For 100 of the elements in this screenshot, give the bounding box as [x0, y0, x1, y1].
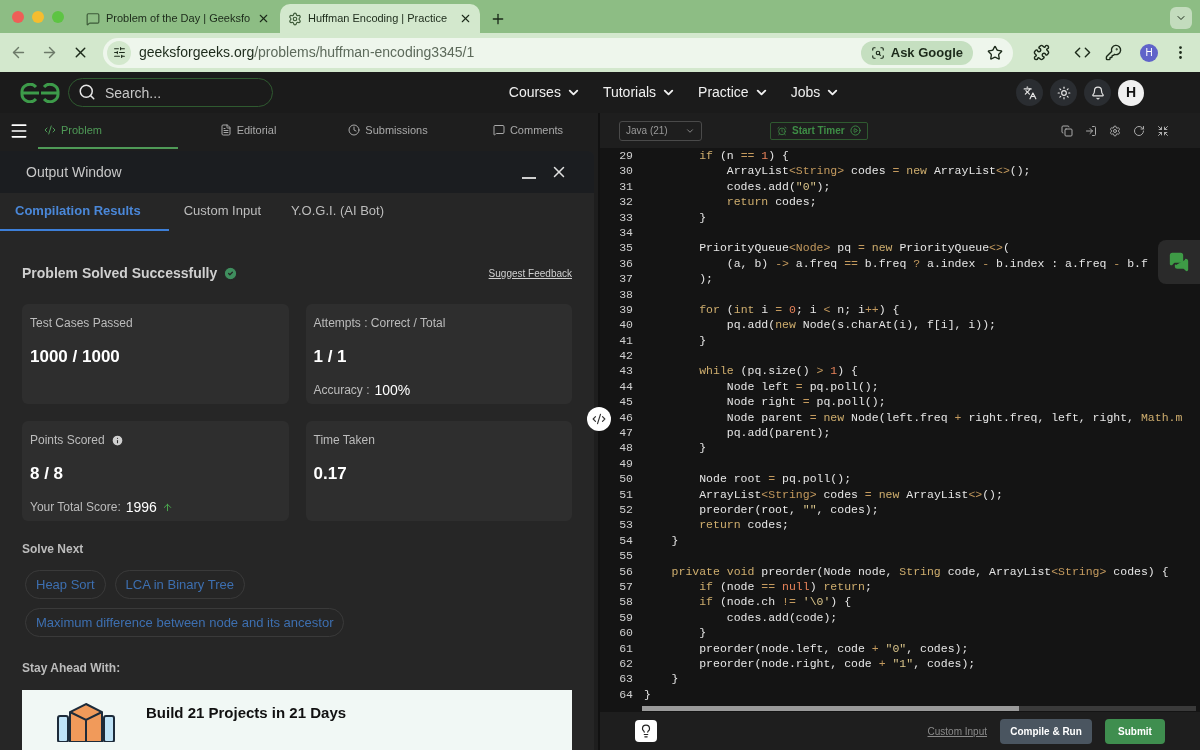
stat-value: 8 / 8: [30, 463, 65, 485]
output-tab[interactable]: Compilation Results: [0, 193, 169, 231]
horizontal-scrollbar[interactable]: [642, 706, 1196, 711]
extensions-icon[interactable]: [1033, 44, 1050, 61]
address-bar[interactable]: geeksforgeeks.org/problems/huffman-encoding3345/1 Ask Google: [103, 37, 1013, 68]
suggest-feedback-link[interactable]: Suggest Feedback: [488, 266, 572, 281]
stat-label: Points Scored: [30, 432, 105, 449]
line-number: 44: [618, 378, 633, 395]
line-number: 62: [618, 655, 633, 672]
line-number: 47: [618, 425, 633, 441]
line-number: 31: [618, 178, 633, 195]
back-icon[interactable]: [10, 44, 27, 61]
line-number: 48: [618, 440, 633, 456]
stat-label: Time Taken: [313, 432, 375, 449]
forward-icon[interactable]: [41, 44, 58, 61]
translate-icon[interactable]: [1022, 85, 1037, 100]
site-settings-icon[interactable]: [112, 46, 126, 59]
browser-tab[interactable]: Problem of the Day | Geeksfo: [78, 4, 278, 33]
line-number: 30: [618, 163, 633, 179]
stat-value: 1000 / 1000: [30, 346, 121, 368]
code-line: for (int i = 0; i < n; i++) {: [698, 301, 900, 318]
copy-icon[interactable]: [1061, 124, 1073, 137]
problem-tab[interactable]: Editorial: [178, 113, 318, 149]
start-timer-button[interactable]: Start Timer: [770, 121, 868, 140]
code-line: codes.add(code);: [725, 609, 838, 626]
compile-run-button[interactable]: Compile & Run: [1000, 718, 1092, 744]
code-line: if (n == 1) {: [698, 148, 789, 164]
stat-sub-value: 1996: [125, 497, 157, 517]
stat-label: Attempts : Correct / Total: [313, 315, 446, 332]
line-number: 56: [618, 563, 633, 579]
code-line: pq.add(new Node(s.charAt(i), f[i], i));: [725, 317, 996, 333]
code-line: if (node.ch != '\0') {: [698, 594, 852, 610]
code-line: ArrayList<String> codes = new ArrayList<>();: [698, 486, 1003, 502]
line-number: 50: [618, 471, 633, 487]
line-number: 40: [618, 317, 633, 333]
fullscreen-icon[interactable]: [1157, 124, 1169, 137]
line-number: 29: [618, 148, 633, 164]
bookmark-star-icon[interactable]: [987, 44, 1003, 61]
code-line: pq.add(parent);: [725, 425, 831, 441]
stat-sub-label: Your Total Score:: [30, 499, 121, 516]
notification-bell-icon[interactable]: [1090, 85, 1105, 100]
lens-icon: [870, 45, 885, 60]
menu-icon[interactable]: [9, 121, 29, 141]
search-field[interactable]: Search...: [68, 78, 273, 107]
line-number: 51: [618, 486, 633, 502]
line-number: 35: [618, 240, 633, 256]
output-tab[interactable]: Y.O.G.I. (AI Bot): [276, 193, 399, 231]
tab-favicon-icon: [288, 11, 302, 26]
reset-icon[interactable]: [1133, 124, 1145, 137]
user-avatar[interactable]: H: [1118, 79, 1144, 106]
settings-icon[interactable]: [1109, 124, 1121, 137]
nav-menu[interactable]: Tutorials: [602, 82, 677, 103]
tab-title: Problem of the Day | Geeksfo: [106, 11, 251, 27]
nav-menu[interactable]: Jobs: [790, 82, 841, 103]
stat-value: 1 / 1: [313, 346, 348, 368]
problem-tab[interactable]: Submissions: [318, 113, 458, 149]
lightbulb-icon[interactable]: [639, 724, 653, 738]
nav-menu[interactable]: Courses: [508, 82, 581, 103]
submit-button[interactable]: Submit: [1105, 718, 1165, 744]
code-icon: [44, 124, 56, 136]
output-tab[interactable]: Custom Input: [168, 193, 276, 231]
alarm-clock-icon: [777, 125, 787, 136]
resize-handle-icon[interactable]: [592, 412, 606, 426]
close-icon[interactable]: [257, 12, 270, 25]
profile-avatar[interactable]: H: [1140, 43, 1158, 62]
url-domain: geeksforgeeks.org: [139, 43, 255, 62]
code-line: (a, b) -> a.freq == b.freq ? a.index - b.index : a.freq - b.f: [725, 255, 1148, 272]
stat-sub-value: 100%: [374, 380, 411, 400]
import-icon[interactable]: [1085, 124, 1097, 137]
nav-menu[interactable]: Practice: [698, 82, 769, 103]
problem-tab[interactable]: Comments: [458, 113, 598, 149]
section-heading: Solve Next: [22, 541, 85, 558]
code-line: }: [698, 209, 707, 225]
line-number: 57: [618, 578, 633, 595]
custom-input-link[interactable]: Custom Input: [927, 723, 987, 739]
language-select[interactable]: Java (21): [619, 120, 702, 141]
line-number: 43: [618, 363, 633, 379]
promo-card[interactable]: Build 21 Projects in 21 Days: [22, 690, 572, 750]
window-title: Output Window: [26, 162, 123, 182]
line-number: 52: [618, 502, 633, 518]
logo-icon[interactable]: [20, 82, 60, 103]
line-number: 36: [618, 255, 633, 272]
code-line: }: [698, 440, 707, 456]
clock-icon: [348, 124, 361, 136]
code-line: }: [644, 686, 651, 703]
code-line: if (node == null) return;: [698, 578, 872, 595]
info-icon[interactable]: [110, 433, 124, 447]
close-icon[interactable]: [459, 12, 472, 25]
line-number: 55: [618, 548, 633, 564]
key-icon[interactable]: [1105, 44, 1122, 61]
theme-toggle-icon[interactable]: [1056, 85, 1071, 100]
code-line: }: [698, 625, 707, 641]
line-number: 32: [618, 194, 633, 210]
comment-icon: [492, 124, 505, 136]
chat-icon[interactable]: [1169, 252, 1189, 272]
problem-tab[interactable]: Problem: [38, 113, 178, 149]
ask-google-button[interactable]: Ask Google: [860, 40, 973, 65]
code-line: preorder(root, "", codes);: [698, 502, 879, 518]
code-line: preorder(node.left, code + "0", codes);: [698, 640, 969, 656]
browser-tab[interactable]: Huffman Encoding | Practice: [280, 4, 480, 33]
